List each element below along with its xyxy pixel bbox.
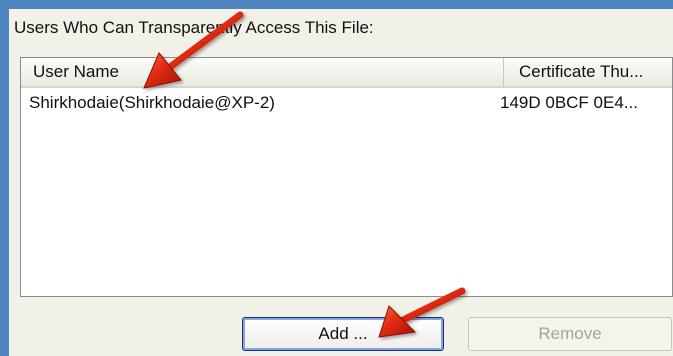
- certificate-cell: 149D 0BCF 0E4...: [500, 93, 638, 112]
- remove-button: Remove: [468, 317, 672, 351]
- column-header-user-name[interactable]: User Name: [21, 58, 504, 86]
- users-list[interactable]: User Name Certificate Thu... Shirkhodaie…: [20, 57, 673, 297]
- column-header-certificate-thumbprint[interactable]: Certificate Thu...: [505, 58, 672, 86]
- list-header: User Name Certificate Thu...: [21, 58, 672, 88]
- user-name-cell: Shirkhodaie(Shirkhodaie@XP-2): [29, 93, 275, 112]
- section-label: Users Who Can Transparently Access This …: [14, 18, 374, 37]
- table-row[interactable]: Shirkhodaie(Shirkhodaie@XP-2) 149D 0BCF …: [21, 89, 672, 116]
- add-button[interactable]: Add ...: [242, 317, 444, 351]
- screenshot: Users Who Can Transparently Access This …: [0, 0, 673, 356]
